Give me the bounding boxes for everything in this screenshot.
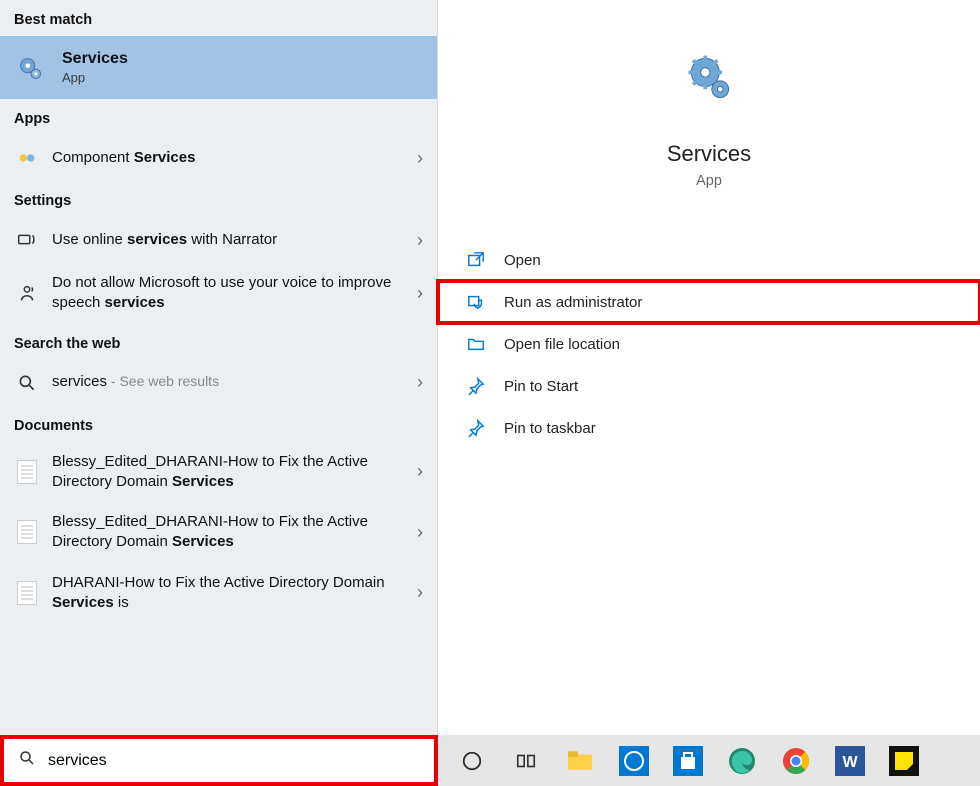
setting-narrator-services[interactable]: Use online services with Narrator › — [0, 217, 437, 263]
task-view-icon[interactable] — [506, 741, 546, 781]
best-match-title: Services — [62, 50, 128, 68]
document-icon — [14, 459, 40, 485]
search-icon — [14, 370, 40, 396]
hero-sub: App — [438, 173, 980, 189]
open-icon — [466, 250, 486, 270]
action-label: Pin to taskbar — [504, 420, 596, 437]
component-services-icon — [14, 145, 40, 171]
word-icon[interactable]: W — [830, 741, 870, 781]
services-hero-icon — [438, 50, 980, 111]
chrome-icon[interactable] — [776, 741, 816, 781]
speech-icon — [14, 280, 40, 306]
document-result[interactable]: Blessy_Edited_DHARANI-How to Fix the Act… — [0, 442, 437, 503]
section-search-web: Search the web — [0, 324, 437, 360]
file-explorer-icon[interactable] — [560, 741, 600, 781]
setting-label: Do not allow Microsoft to use your voice… — [52, 273, 409, 314]
search-input[interactable] — [48, 752, 420, 770]
setting-label: Use online services with Narrator — [52, 230, 409, 250]
search-icon — [18, 749, 36, 772]
document-label: Blessy_Edited_DHARANI-How to Fix the Act… — [52, 452, 409, 493]
search-box[interactable] — [0, 735, 438, 786]
web-search-label: services - See web results — [52, 372, 409, 392]
document-icon — [14, 519, 40, 545]
chevron-right-icon: › — [409, 230, 423, 251]
taskbar: W — [0, 735, 980, 786]
chevron-right-icon: › — [409, 148, 423, 169]
setting-speech-services[interactable]: Do not allow Microsoft to use your voice… — [0, 263, 437, 324]
preview-pane: Services App Open Run as administrator O… — [438, 0, 980, 735]
admin-shield-icon — [466, 292, 486, 312]
app-result-component-services[interactable]: Component Services › — [0, 135, 437, 181]
search-results-pane: Best match Services App Apps Component S… — [0, 0, 438, 735]
web-search-result[interactable]: services - See web results › — [0, 360, 437, 406]
ms-store-icon[interactable] — [668, 741, 708, 781]
action-pin-to-taskbar[interactable]: Pin to taskbar — [438, 407, 980, 449]
action-label: Run as administrator — [504, 294, 642, 311]
document-label: DHARANI-How to Fix the Active Directory … — [52, 573, 409, 614]
document-label: Blessy_Edited_DHARANI-How to Fix the Act… — [52, 512, 409, 553]
action-run-as-admin[interactable]: Run as administrator — [438, 281, 980, 323]
dell-app-icon[interactable] — [614, 741, 654, 781]
chevron-right-icon: › — [409, 582, 423, 603]
folder-icon — [466, 334, 486, 354]
sticky-notes-icon[interactable] — [884, 741, 924, 781]
chevron-right-icon: › — [409, 283, 423, 304]
action-label: Open — [504, 252, 541, 269]
action-label: Open file location — [504, 336, 620, 353]
narrator-icon — [14, 227, 40, 253]
chevron-right-icon: › — [409, 372, 423, 393]
services-gear-icon — [14, 52, 46, 84]
cortana-icon[interactable] — [452, 741, 492, 781]
app-result-label: Component Services — [52, 148, 409, 168]
best-match-sub: App — [62, 70, 128, 85]
hero-title: Services — [438, 141, 980, 167]
action-label: Pin to Start — [504, 378, 578, 395]
chevron-right-icon: › — [409, 522, 423, 543]
edge-icon[interactable] — [722, 741, 762, 781]
pin-icon — [466, 418, 486, 438]
action-open-file-location[interactable]: Open file location — [438, 323, 980, 365]
document-result[interactable]: Blessy_Edited_DHARANI-How to Fix the Act… — [0, 502, 437, 563]
pin-icon — [466, 376, 486, 396]
best-match-item[interactable]: Services App — [0, 36, 437, 99]
action-pin-to-start[interactable]: Pin to Start — [438, 365, 980, 407]
action-open[interactable]: Open — [438, 239, 980, 281]
document-result[interactable]: DHARANI-How to Fix the Active Directory … — [0, 563, 437, 624]
chevron-right-icon: › — [409, 461, 423, 482]
section-best-match: Best match — [0, 0, 437, 36]
section-apps: Apps — [0, 99, 437, 135]
svg-text:W: W — [842, 754, 858, 771]
section-settings: Settings — [0, 181, 437, 217]
section-documents: Documents — [0, 406, 437, 442]
document-icon — [14, 580, 40, 606]
